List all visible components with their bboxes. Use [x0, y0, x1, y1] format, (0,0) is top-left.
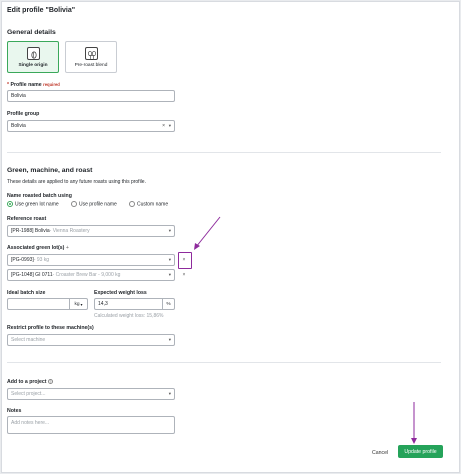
annotation-arrows — [194, 216, 417, 444]
edit-profile-page: Edit profile "Bolivia" General details S… — [1, 1, 460, 473]
